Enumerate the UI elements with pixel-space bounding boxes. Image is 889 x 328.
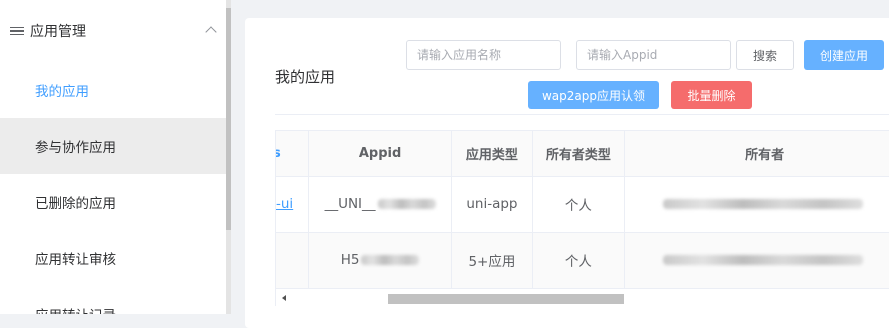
cell-owner-type: 个人 [532,176,626,233]
main-card: 我的应用 搜索 创建应用 wap2app应用认领 批量删除 s Appid 应用… [245,18,889,328]
column-header-owner-type: 所有者类型 [532,131,626,177]
app-name-search-input[interactable] [406,40,561,70]
table-header-row: s Appid 应用类型 所有者类型 所有者 [276,131,889,177]
sidebar-item-collab-apps[interactable]: 参与协作应用 [0,118,226,174]
search-button[interactable]: 搜索 [736,40,794,70]
cell-app-type: 5+应用 [451,232,533,289]
cell-app-name[interactable] [276,232,309,289]
cell-owner-type: 个人 [532,232,626,289]
sidebar: 应用管理 我的应用 参与协作应用 已删除的应用 应用转让审核 应用转让记录 [0,0,226,314]
column-header-appid: Appid [308,131,453,177]
create-app-button[interactable]: 创建应用 [804,40,884,70]
wap2app-claim-button[interactable]: wap2app应用认领 [528,81,659,109]
cell-app-type: uni-app [451,176,533,233]
apps-table: s Appid 应用类型 所有者类型 所有者 -ui __UNI__ uni-a… [275,130,889,306]
sidebar-item-my-apps[interactable]: 我的应用 [0,62,226,118]
redacted-appid [361,255,420,265]
cell-app-name[interactable]: -ui [276,176,309,233]
sidebar-item-transfer-records[interactable]: 应用转让记录 [0,286,226,314]
table-horizontal-scrollbar[interactable] [276,289,889,306]
menu-group-label: 应用管理 [30,24,86,40]
scroll-left-arrow-icon[interactable] [282,295,286,301]
sidebar-scrollbar[interactable] [226,0,231,314]
table-row[interactable]: -ui __UNI__ uni-app 个人 [276,176,889,233]
redacted-appid [377,199,436,209]
list-icon [10,26,24,36]
chevron-up-icon [205,26,217,38]
table-scrollbar-thumb[interactable] [388,294,624,304]
cell-owner [624,232,889,289]
page-title: 我的应用 [275,68,336,86]
sidebar-item-transfer-review[interactable]: 应用转让审核 [0,230,226,286]
cell-appid: H5 [308,232,453,289]
appid-search-input[interactable] [576,40,731,70]
table-row[interactable]: H5 5+应用 个人 [276,232,889,289]
column-header-owner: 所有者 [624,131,889,177]
sidebar-scrollbar-thumb[interactable] [226,8,231,230]
cell-appid: __UNI__ [308,176,453,233]
menu-group-app-management[interactable]: 应用管理 [0,0,226,62]
sidebar-item-deleted-apps[interactable]: 已删除的应用 [0,174,226,230]
column-header-name: s [276,131,309,177]
redacted-owner [663,255,864,265]
toolbar-divider [275,114,889,115]
app-name-link[interactable]: -ui [276,196,293,212]
batch-delete-button[interactable]: 批量删除 [671,81,752,109]
column-header-type: 应用类型 [451,131,533,177]
redacted-owner [663,199,864,209]
cell-owner [624,176,889,233]
